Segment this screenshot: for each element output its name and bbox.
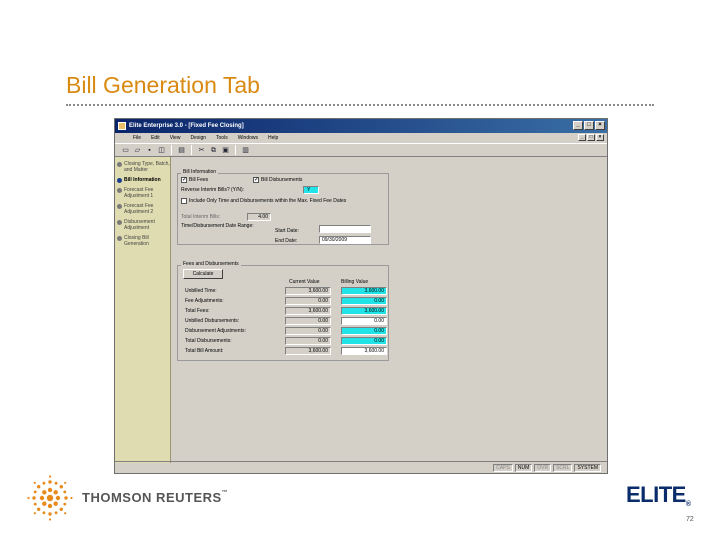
toolbar-separator bbox=[191, 145, 192, 155]
nav-item-closing-bill-generation[interactable]: Closing Bill Generation bbox=[115, 235, 170, 247]
bill-information-group-label: Bill Information bbox=[181, 169, 219, 175]
menu-design[interactable]: Design bbox=[190, 133, 206, 143]
fee-adjustments-billing[interactable]: 0.00 bbox=[341, 297, 387, 305]
status-num: NUM bbox=[514, 463, 533, 472]
app-window: Elite Enterprise 3.0 - [Fixed Fee Closin… bbox=[114, 118, 608, 474]
bill-fees-label: Bill Fees bbox=[189, 177, 209, 183]
bill-information-group bbox=[177, 173, 389, 245]
thomson-reuters-wordmark: THOMSON REUTERS™ bbox=[82, 490, 229, 505]
status-user: SYSTEM bbox=[574, 463, 601, 472]
total-bill-amount-label: Total Bill Amount: bbox=[185, 348, 224, 354]
total-fees-billing[interactable]: 3,600.00 bbox=[341, 307, 387, 315]
status-ovr: OVR bbox=[534, 463, 552, 472]
menu-windows[interactable]: Windows bbox=[238, 133, 258, 143]
disbursement-adjustments-label: Disbursement Adjustments: bbox=[185, 328, 246, 334]
unbilled-disbursements-label: Unbilled Disbursements: bbox=[185, 318, 240, 324]
toolbar-separator bbox=[235, 145, 236, 155]
total-disbursements-label: Total Disbursements: bbox=[185, 338, 232, 344]
total-fees-current: 3,600.00 bbox=[285, 307, 331, 315]
nav-bullet-icon bbox=[117, 220, 122, 225]
current-value-header: Current Value bbox=[289, 279, 320, 285]
unbilled-time-billing[interactable]: 3,600.00 bbox=[341, 287, 387, 295]
print-icon[interactable]: ▤ bbox=[177, 146, 186, 155]
slide: Bill Generation Tab Elite Enterprise 3.0… bbox=[0, 0, 720, 540]
end-date-label: End Date: bbox=[275, 238, 298, 244]
start-date-label: Start Date: bbox=[275, 228, 299, 234]
total-disbursements-billing[interactable]: 0.00 bbox=[341, 337, 387, 345]
total-fees-label: Total Fees: bbox=[185, 308, 210, 314]
reverse-interim-field[interactable]: Y bbox=[303, 186, 319, 194]
disbursement-adjustments-current: 0.00 bbox=[285, 327, 331, 335]
total-bill-amount-current: 3,600.00 bbox=[285, 347, 331, 355]
close-button[interactable]: × bbox=[595, 121, 605, 130]
window-titlebar[interactable]: Elite Enterprise 3.0 - [Fixed Fee Closin… bbox=[115, 119, 607, 133]
start-date-field[interactable] bbox=[319, 225, 371, 233]
billing-value-header: Billing Value bbox=[341, 279, 369, 285]
bill-fees-checkbox[interactable]: ✓ bbox=[181, 177, 187, 183]
new-icon[interactable]: ▭ bbox=[121, 146, 130, 155]
nav-bullet-icon bbox=[117, 178, 122, 183]
thomson-reuters-logo-icon bbox=[27, 475, 73, 521]
mdi-maximize-button[interactable]: □ bbox=[587, 134, 595, 141]
menu-tools[interactable]: Tools bbox=[216, 133, 228, 143]
open-icon[interactable]: ▱ bbox=[133, 146, 142, 155]
fees-disbursements-group-label: Fees and Disbursements bbox=[181, 261, 241, 267]
cut-icon[interactable]: ✂ bbox=[197, 146, 206, 155]
menu-file[interactable]: File bbox=[133, 133, 141, 143]
left-navigation: Closing Type, Batch, and Matter Bill Inf… bbox=[115, 157, 171, 463]
minimize-button[interactable]: _ bbox=[573, 121, 583, 130]
bill-disbursements-label: Bill Disbursements bbox=[261, 177, 303, 183]
date-range-label: Time/Disbursement Date Range: bbox=[181, 223, 254, 229]
save-icon[interactable]: ▪ bbox=[145, 146, 154, 155]
preview-icon[interactable]: ◫ bbox=[157, 146, 166, 155]
nav-item-fee-adjustment-2[interactable]: Forecast Fee Adjustment 2 bbox=[115, 203, 170, 215]
maximize-button[interactable]: □ bbox=[584, 121, 594, 130]
mdi-close-button[interactable]: × bbox=[596, 134, 604, 141]
total-interim-field: 4.00 bbox=[247, 213, 271, 221]
unbilled-time-label: Unbilled Time: bbox=[185, 288, 217, 294]
menu-view[interactable]: View bbox=[170, 133, 181, 143]
elite-logo: ELITE® bbox=[626, 482, 691, 508]
nav-bullet-icon bbox=[117, 188, 122, 193]
fee-adjustments-current: 0.00 bbox=[285, 297, 331, 305]
unbilled-disbursements-billing[interactable]: 0.00 bbox=[341, 317, 387, 325]
status-bar: CAPS NUM OVR SCRL SYSTEM bbox=[115, 461, 607, 473]
include-only-checkbox[interactable] bbox=[181, 198, 187, 204]
nav-bullet-icon bbox=[117, 204, 122, 209]
disbursement-adjustments-billing[interactable]: 0.00 bbox=[341, 327, 387, 335]
status-caps: CAPS bbox=[493, 463, 513, 472]
unbilled-time-current: 3,600.00 bbox=[285, 287, 331, 295]
calculate-button[interactable]: Calculate bbox=[183, 269, 223, 279]
title-divider bbox=[66, 104, 654, 106]
nav-item-closing-type[interactable]: Closing Type, Batch, and Matter bbox=[115, 161, 170, 173]
menu-edit[interactable]: Edit bbox=[151, 133, 160, 143]
total-disbursements-current: 0.00 bbox=[285, 337, 331, 345]
toolbar-separator bbox=[171, 145, 172, 155]
nav-bullet-icon bbox=[117, 236, 122, 241]
nav-item-fee-adjustment-1[interactable]: Forecast Fee Adjustment 1 bbox=[115, 187, 170, 199]
menu-help[interactable]: Help bbox=[268, 133, 278, 143]
unbilled-disbursements-current: 0.00 bbox=[285, 317, 331, 325]
toolbar: ▭ ▱ ▪ ◫ ▤ ✂ ⧉ ▣ ▥ bbox=[115, 143, 607, 157]
total-bill-amount-billing[interactable]: 3,600.00 bbox=[341, 347, 387, 355]
chart-icon[interactable]: ▥ bbox=[241, 146, 250, 155]
app-icon bbox=[118, 122, 126, 130]
nav-bullet-icon bbox=[117, 162, 122, 167]
status-scrl: SCRL bbox=[553, 463, 573, 472]
nav-item-bill-information[interactable]: Bill Information bbox=[115, 177, 170, 183]
window-title: Elite Enterprise 3.0 - [Fixed Fee Closin… bbox=[129, 123, 244, 129]
fee-adjustments-label: Fee Adjustments: bbox=[185, 298, 224, 304]
page-number: 72 bbox=[686, 516, 694, 523]
menubar: File Edit View Design Tools Windows Help… bbox=[115, 133, 607, 143]
slide-title: Bill Generation Tab bbox=[66, 72, 260, 98]
reverse-interim-label: Reverse Interim Bills? (Y/N): bbox=[181, 187, 245, 193]
nav-item-disbursement-adjustment[interactable]: Disbursement Adjustment bbox=[115, 219, 170, 231]
include-only-label: Include Only Time and Disbursements with… bbox=[189, 198, 347, 204]
end-date-field[interactable]: 09/30/2009 bbox=[319, 236, 371, 244]
copy-icon[interactable]: ⧉ bbox=[209, 146, 218, 155]
mdi-minimize-button[interactable]: _ bbox=[578, 134, 586, 141]
paste-icon[interactable]: ▣ bbox=[221, 146, 230, 155]
total-interim-label: Total Interim Bills: bbox=[181, 214, 221, 220]
bill-disbursements-checkbox[interactable]: ✓ bbox=[253, 177, 259, 183]
